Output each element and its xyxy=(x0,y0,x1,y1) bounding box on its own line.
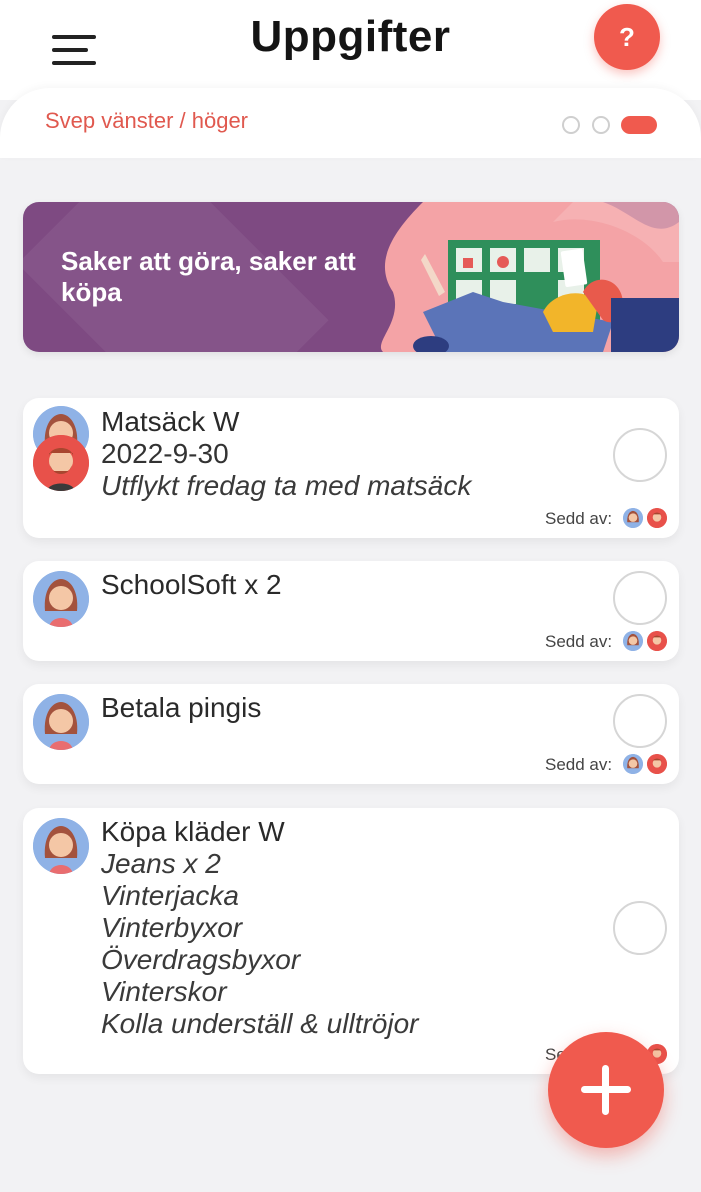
category-banner: Saker att göra, saker att köpa xyxy=(23,202,679,352)
task-card[interactable]: Matsäck W 2022-9-30 Utflykt fredag ta me… xyxy=(23,398,679,538)
task-list-item: Överdragsbyxor xyxy=(101,944,301,975)
task-title: Betala pingis xyxy=(101,692,262,723)
seen-avatar-woman xyxy=(623,508,643,528)
task-complete-checkbox[interactable] xyxy=(613,428,667,482)
swipe-hint: Svep vänster / höger xyxy=(45,108,249,133)
task-title: Köpa kläder W xyxy=(101,816,285,847)
avatar-man xyxy=(33,435,89,491)
banner-title: Saker att göra, saker att köpa xyxy=(61,246,356,307)
seen-by-label: Sedd av: xyxy=(545,509,613,528)
task-complete-checkbox[interactable] xyxy=(613,694,667,748)
task-note: Utflykt fredag ta med matsäck xyxy=(101,470,472,501)
task-list-item: Vinterjacka xyxy=(101,880,240,911)
avatar-woman xyxy=(33,694,89,750)
avatar-woman xyxy=(33,818,89,874)
seen-avatar-man xyxy=(647,508,667,528)
task-complete-checkbox[interactable] xyxy=(613,901,667,955)
page-indicator-3-active[interactable] xyxy=(621,116,657,134)
task-list-item: Vinterbyxor xyxy=(101,912,243,943)
seen-by-label: Sedd av: xyxy=(545,755,613,774)
task-card[interactable]: SchoolSoft x 2 Sedd av: xyxy=(23,561,679,661)
add-task-button[interactable] xyxy=(548,1032,664,1148)
task-complete-checkbox[interactable] xyxy=(613,571,667,625)
page-indicator-2[interactable] xyxy=(592,116,610,134)
task-title: SchoolSoft x 2 xyxy=(101,569,282,600)
avatar-woman xyxy=(33,571,89,627)
seen-avatar-man xyxy=(647,754,667,774)
task-title: Matsäck W xyxy=(101,406,240,437)
task-card[interactable]: Betala pingis Sedd av: xyxy=(23,684,679,784)
help-button[interactable]: ? xyxy=(594,4,660,70)
task-date: 2022-9-30 xyxy=(101,438,229,469)
seen-avatar-woman xyxy=(623,631,643,651)
shopping-illustration xyxy=(380,202,679,352)
seen-by-label: Sedd av: xyxy=(545,632,613,651)
task-card[interactable]: Köpa kläder W Jeans x 2 Vinterjacka Vint… xyxy=(23,808,679,1074)
task-list-item: Kolla underställ & ulltröjor xyxy=(101,1008,419,1039)
task-list-item: Jeans x 2 xyxy=(101,848,221,879)
seen-avatar-woman xyxy=(623,754,643,774)
page-indicator-1[interactable] xyxy=(562,116,580,134)
seen-avatar-man xyxy=(647,631,667,651)
task-list-item: Vinterskor xyxy=(101,976,227,1007)
